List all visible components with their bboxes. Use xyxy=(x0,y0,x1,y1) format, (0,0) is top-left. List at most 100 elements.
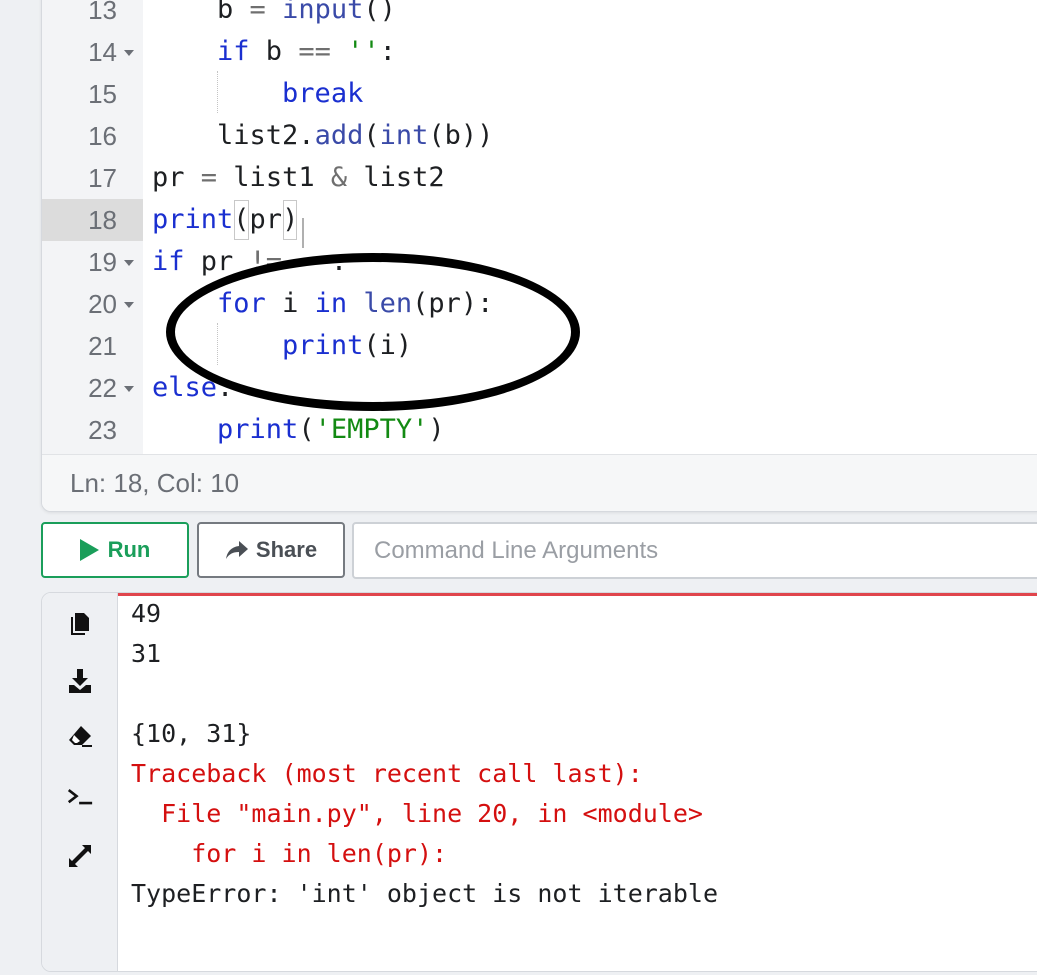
download-icon[interactable] xyxy=(67,668,93,694)
output-line: {10, 31} xyxy=(131,719,252,748)
code-token: = xyxy=(249,0,266,25)
code-text[interactable]: if pr != : xyxy=(152,241,347,283)
terminal-icon[interactable] xyxy=(67,784,93,810)
code-line[interactable]: 17 pr = list1 & list2 xyxy=(42,157,1037,199)
line-number-cell: 20 xyxy=(42,283,143,325)
code-token: in xyxy=(314,288,348,319)
output-line: 31 xyxy=(131,639,162,668)
code-token: add xyxy=(314,120,364,151)
code-token: : xyxy=(217,372,234,403)
fold-toggle-icon[interactable] xyxy=(124,386,134,392)
code-line[interactable]: 21 print(i) xyxy=(42,325,1037,367)
copy-icon[interactable] xyxy=(67,611,93,637)
line-number: 16 xyxy=(88,121,117,151)
line-number-cell: 23 xyxy=(42,409,143,451)
fold-toggle-icon[interactable] xyxy=(124,302,134,308)
code-token: ( xyxy=(363,120,380,151)
code-token: b xyxy=(152,0,250,25)
code-line[interactable]: 14 if b == '': xyxy=(42,31,1037,73)
error-output-line: Traceback (most recent call last): xyxy=(131,759,643,788)
cursor-position: Ln: 18, Col: 10 xyxy=(70,468,240,498)
line-number: 14 xyxy=(88,37,117,67)
code-text[interactable]: print(pr) xyxy=(152,199,298,241)
expand-icon[interactable] xyxy=(67,843,93,869)
code-line[interactable]: 15 break xyxy=(42,73,1037,115)
line-number: 18 xyxy=(88,205,117,235)
line-number: 13 xyxy=(88,0,117,25)
code-token: int xyxy=(379,120,429,151)
code-token: (b)) xyxy=(428,120,494,151)
code-token: ) xyxy=(428,414,445,445)
line-number: 15 xyxy=(88,79,117,109)
line-number: 19 xyxy=(88,247,117,277)
code-line[interactable]: 19 if pr != : xyxy=(42,241,1037,283)
code-token: else xyxy=(152,372,218,403)
code-text[interactable]: list2.add(int(b)) xyxy=(152,115,493,157)
line-number: 17 xyxy=(88,163,117,193)
code-token: pr xyxy=(249,204,283,235)
run-button[interactable]: Run xyxy=(41,522,189,578)
code-line[interactable]: 23 print('EMPTY') xyxy=(42,409,1037,451)
share-button[interactable]: Share xyxy=(197,522,345,578)
code-token: pr xyxy=(184,246,250,277)
code-text[interactable]: else: xyxy=(152,367,233,409)
fold-toggle-icon[interactable] xyxy=(124,260,134,266)
output-toolbar xyxy=(42,593,117,971)
code-token: if xyxy=(217,36,250,67)
code-token: ( xyxy=(233,199,250,241)
code-line[interactable]: 16 list2.add(int(b)) xyxy=(42,115,1037,157)
code-line[interactable]: 20 for i in len(pr): xyxy=(42,283,1037,325)
play-icon xyxy=(79,539,99,561)
line-number-cell: 16 xyxy=(42,115,143,157)
divider xyxy=(117,593,118,971)
code-line[interactable]: 22 else: xyxy=(42,367,1037,409)
output-line: TypeError: 'int' object is not iterable xyxy=(131,879,718,908)
code-token: b xyxy=(249,36,299,67)
line-number-cell: 13 xyxy=(42,0,143,31)
code-token: 'EMPTY' xyxy=(314,414,429,445)
command-line-arguments-input[interactable] xyxy=(352,522,1037,579)
share-icon xyxy=(225,540,249,560)
code-text[interactable]: break xyxy=(152,73,363,115)
line-number-cell: 17 xyxy=(42,157,143,199)
fold-toggle-icon[interactable] xyxy=(124,50,134,56)
code-text[interactable]: print(i) xyxy=(152,325,412,367)
code-token: list2. xyxy=(152,120,315,151)
code-token: list1 xyxy=(217,162,331,193)
code-text[interactable]: if b == '': xyxy=(152,31,396,73)
text-cursor xyxy=(302,218,304,248)
code-token: (i) xyxy=(363,330,413,361)
code-token: print xyxy=(217,414,299,445)
code-token: = xyxy=(200,162,218,193)
share-label: Share xyxy=(255,537,318,562)
code-text[interactable]: pr = list1 & list2 xyxy=(152,157,445,199)
code-token: (pr): xyxy=(412,288,494,319)
code-token: : xyxy=(282,246,348,277)
code-line[interactable]: 13 b = input() xyxy=(42,0,1037,31)
code-text[interactable]: for i in len(pr): xyxy=(152,283,493,325)
code-token: pr xyxy=(152,162,201,193)
code-token: : xyxy=(379,36,396,67)
line-number-cell: 21 xyxy=(42,325,143,367)
line-number: 21 xyxy=(88,331,117,361)
code-token: break xyxy=(282,78,364,109)
line-number-cell: 19 xyxy=(42,241,143,283)
code-text[interactable]: print('EMPTY') xyxy=(152,409,445,451)
code-token: ( xyxy=(298,414,315,445)
code-editor[interactable]: 13 b = input() 14 if b == '': 15 break 16 l… xyxy=(41,0,1037,512)
eraser-icon[interactable] xyxy=(67,723,93,749)
line-number: 22 xyxy=(88,373,117,403)
code-token: ) xyxy=(282,199,298,241)
line-number-cell: 18 xyxy=(42,199,143,241)
line-number: 23 xyxy=(88,415,117,445)
code-line[interactable]: 18 print(pr) xyxy=(42,199,1037,241)
output-panel: 49 31 {10, 31} Traceback (most recent call … xyxy=(41,592,1037,972)
code-token: print xyxy=(282,330,364,361)
code-token: == xyxy=(298,36,331,67)
code-text[interactable]: b = input() xyxy=(152,0,396,31)
